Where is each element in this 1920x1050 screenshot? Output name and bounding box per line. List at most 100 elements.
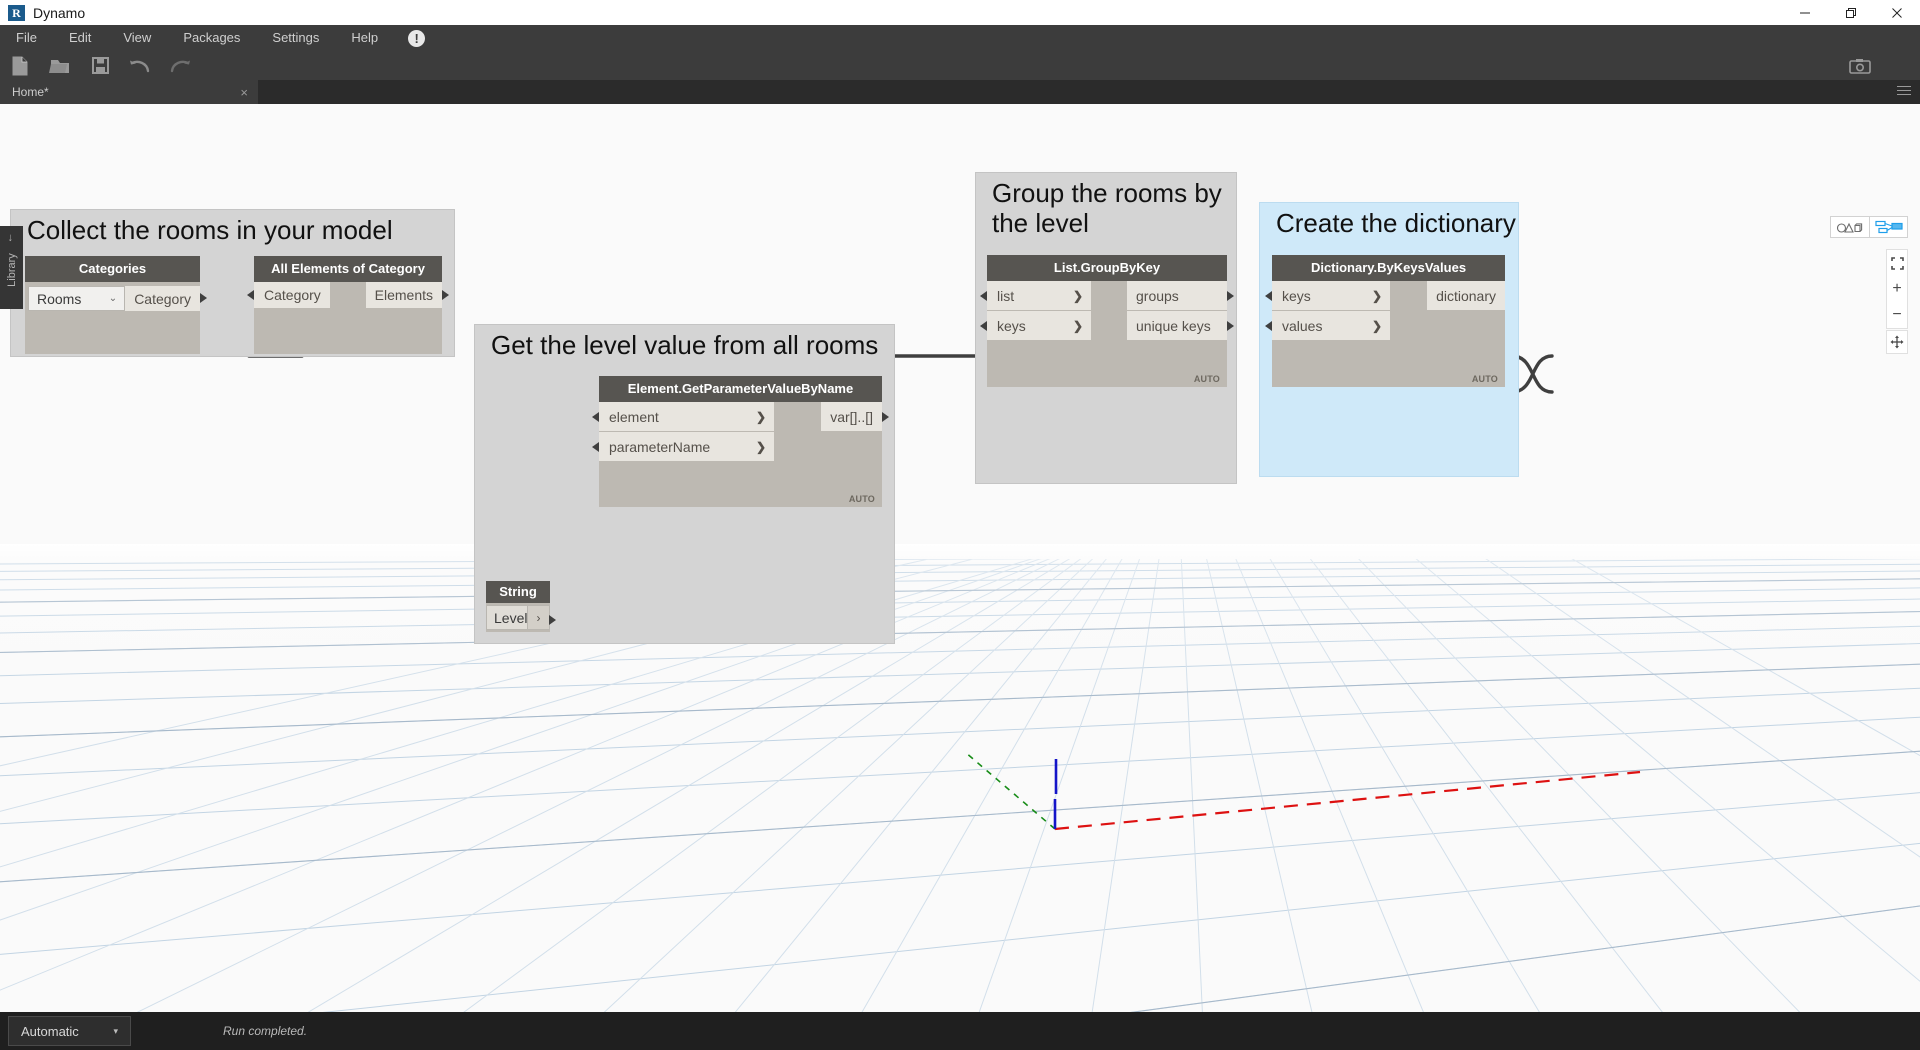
chevron-right-icon: ❯ [756,440,766,454]
group-group-rooms-title: Group the rooms by the level [992,179,1222,239]
node-categories-title: Categories [25,256,200,282]
getparam-auto-badge: AUTO [849,494,875,504]
getparam-output-var[interactable]: var[]..[] [821,402,882,431]
minimize-button[interactable] [1782,0,1828,25]
node-dictionary-title: Dictionary.ByKeysValues [1272,255,1505,281]
run-mode-select[interactable]: Automatic ▾ [8,1016,131,1046]
tab-close-icon[interactable]: × [240,85,248,100]
node-categories[interactable]: Categories Rooms ⌄ Category [25,256,200,354]
node-dictionary-bykeysvalues[interactable]: Dictionary.ByKeysValues keys ❯ dictionar… [1272,255,1505,387]
group-create-dictionary-title: Create the dictionary [1276,209,1516,239]
string-value-input[interactable]: Level [486,605,528,630]
groupbykey-output-groups[interactable]: groups [1127,281,1227,310]
open-icon[interactable] [40,51,80,80]
screenshot-icon[interactable] [1840,51,1880,80]
all-elements-output-label: Elements [375,287,433,303]
library-panel-tab[interactable]: → Library [0,226,23,309]
categories-output-label: Category [134,291,191,307]
getparam-input-parametername[interactable]: parameterName ❯ [599,432,774,461]
chevron-right-icon: ❯ [1372,289,1382,303]
new-icon[interactable] [0,51,40,80]
chevron-right-icon: ❯ [1073,319,1083,333]
window-controls [1782,0,1920,25]
input-port-marker [592,412,599,422]
node-all-elements-of-category[interactable]: All Elements of Category Category Elemen… [254,256,442,354]
zoom-out-button[interactable]: − [1887,302,1907,328]
input-port-marker [980,291,987,301]
output-port-marker [1227,291,1234,301]
groupbykey-output-groups-label: groups [1136,288,1179,304]
chevron-down-icon: ⌄ [109,293,117,304]
input-port-marker [980,321,987,331]
graph-view-icon[interactable] [1869,217,1907,237]
groupbykey-input-list[interactable]: list ❯ [987,281,1091,310]
menu-packages[interactable]: Packages [167,25,256,51]
workspace-canvas[interactable]: Collect the rooms in your model Get the … [0,104,1920,1012]
node-string[interactable]: String Level › [486,581,550,632]
groupbykey-output-uniquekeys-label: unique keys [1136,318,1211,334]
zoom-controls: + − [1886,249,1908,329]
undo-icon[interactable] [120,51,160,80]
group-get-level-title: Get the level value from all rooms [491,331,878,361]
input-port-marker [1265,321,1272,331]
dictionary-output-label: dictionary [1436,288,1496,304]
groupbykey-input-keys-label: keys [997,318,1026,334]
all-elements-output-elements[interactable]: Elements [366,282,442,308]
notification-alert-icon[interactable]: ! [408,30,425,47]
tab-home[interactable]: Home* × [0,80,258,104]
chevron-right-icon: ❯ [1372,319,1382,333]
groupbykey-input-keys[interactable]: keys ❯ [987,311,1091,340]
window-title: Dynamo [33,5,85,21]
tab-strip: Home* × [0,80,1920,104]
toolbar-right [1840,51,1880,80]
menu-help[interactable]: Help [335,25,394,51]
menu-view[interactable]: View [107,25,167,51]
toolbar [0,51,1920,80]
dynamo-logo-icon: R [8,5,25,21]
menu-edit[interactable]: Edit [53,25,107,51]
maximize-button[interactable] [1828,0,1874,25]
node-list-groupbykey[interactable]: List.GroupByKey list ❯ groups [987,255,1227,387]
pan-button[interactable] [1886,330,1908,354]
chevron-right-icon: ❯ [1073,289,1083,303]
categories-dropdown-value: Rooms [37,291,81,307]
output-port-marker [200,293,207,303]
getparam-input-element[interactable]: element ❯ [599,402,774,431]
getparam-input-parametername-label: parameterName [609,439,710,455]
groupbykey-output-uniquekeys[interactable]: unique keys [1127,311,1227,340]
library-label: Library [6,241,18,299]
geometry-view-icon[interactable] [1831,217,1869,237]
node-string-title: String [486,581,550,603]
menu-file[interactable]: File [0,25,53,51]
dictionary-input-keys[interactable]: keys ❯ [1272,281,1390,310]
dictionary-output-dictionary[interactable]: dictionary [1427,281,1505,310]
tab-menu-icon[interactable] [1897,86,1911,98]
node-element-getparametervaluebyname[interactable]: Element.GetParameterValueByName element … [599,376,882,507]
zoom-in-button[interactable]: + [1887,276,1907,302]
dictionary-input-values[interactable]: values ❯ [1272,311,1390,340]
zoom-fit-button[interactable] [1887,250,1907,276]
input-port-marker [1265,291,1272,301]
categories-output-category[interactable]: Category [125,286,200,311]
output-port-marker [442,290,449,300]
tab-home-label: Home* [12,85,49,99]
all-elements-input-category[interactable]: Category [254,282,330,308]
dictionary-auto-badge: AUTO [1472,374,1498,384]
categories-dropdown[interactable]: Rooms ⌄ [28,286,125,311]
menu-settings[interactable]: Settings [256,25,335,51]
groupbykey-input-list-label: list [997,288,1014,304]
all-elements-input-label: Category [264,287,321,303]
output-port-marker [549,615,556,625]
output-port-marker [882,412,889,422]
input-port-marker [592,442,599,452]
status-bar: Automatic ▾ Run completed. [0,1012,1920,1050]
getparam-output-label: var[]..[] [830,409,873,425]
string-output-port[interactable]: › [528,605,550,630]
save-icon[interactable] [80,51,120,80]
groupbykey-auto-badge: AUTO [1194,374,1220,384]
redo-icon[interactable] [160,51,200,80]
close-button[interactable] [1874,0,1920,25]
input-port-marker [247,290,254,300]
title-bar: R Dynamo [0,0,1920,25]
run-status-message: Run completed. [223,1024,307,1038]
